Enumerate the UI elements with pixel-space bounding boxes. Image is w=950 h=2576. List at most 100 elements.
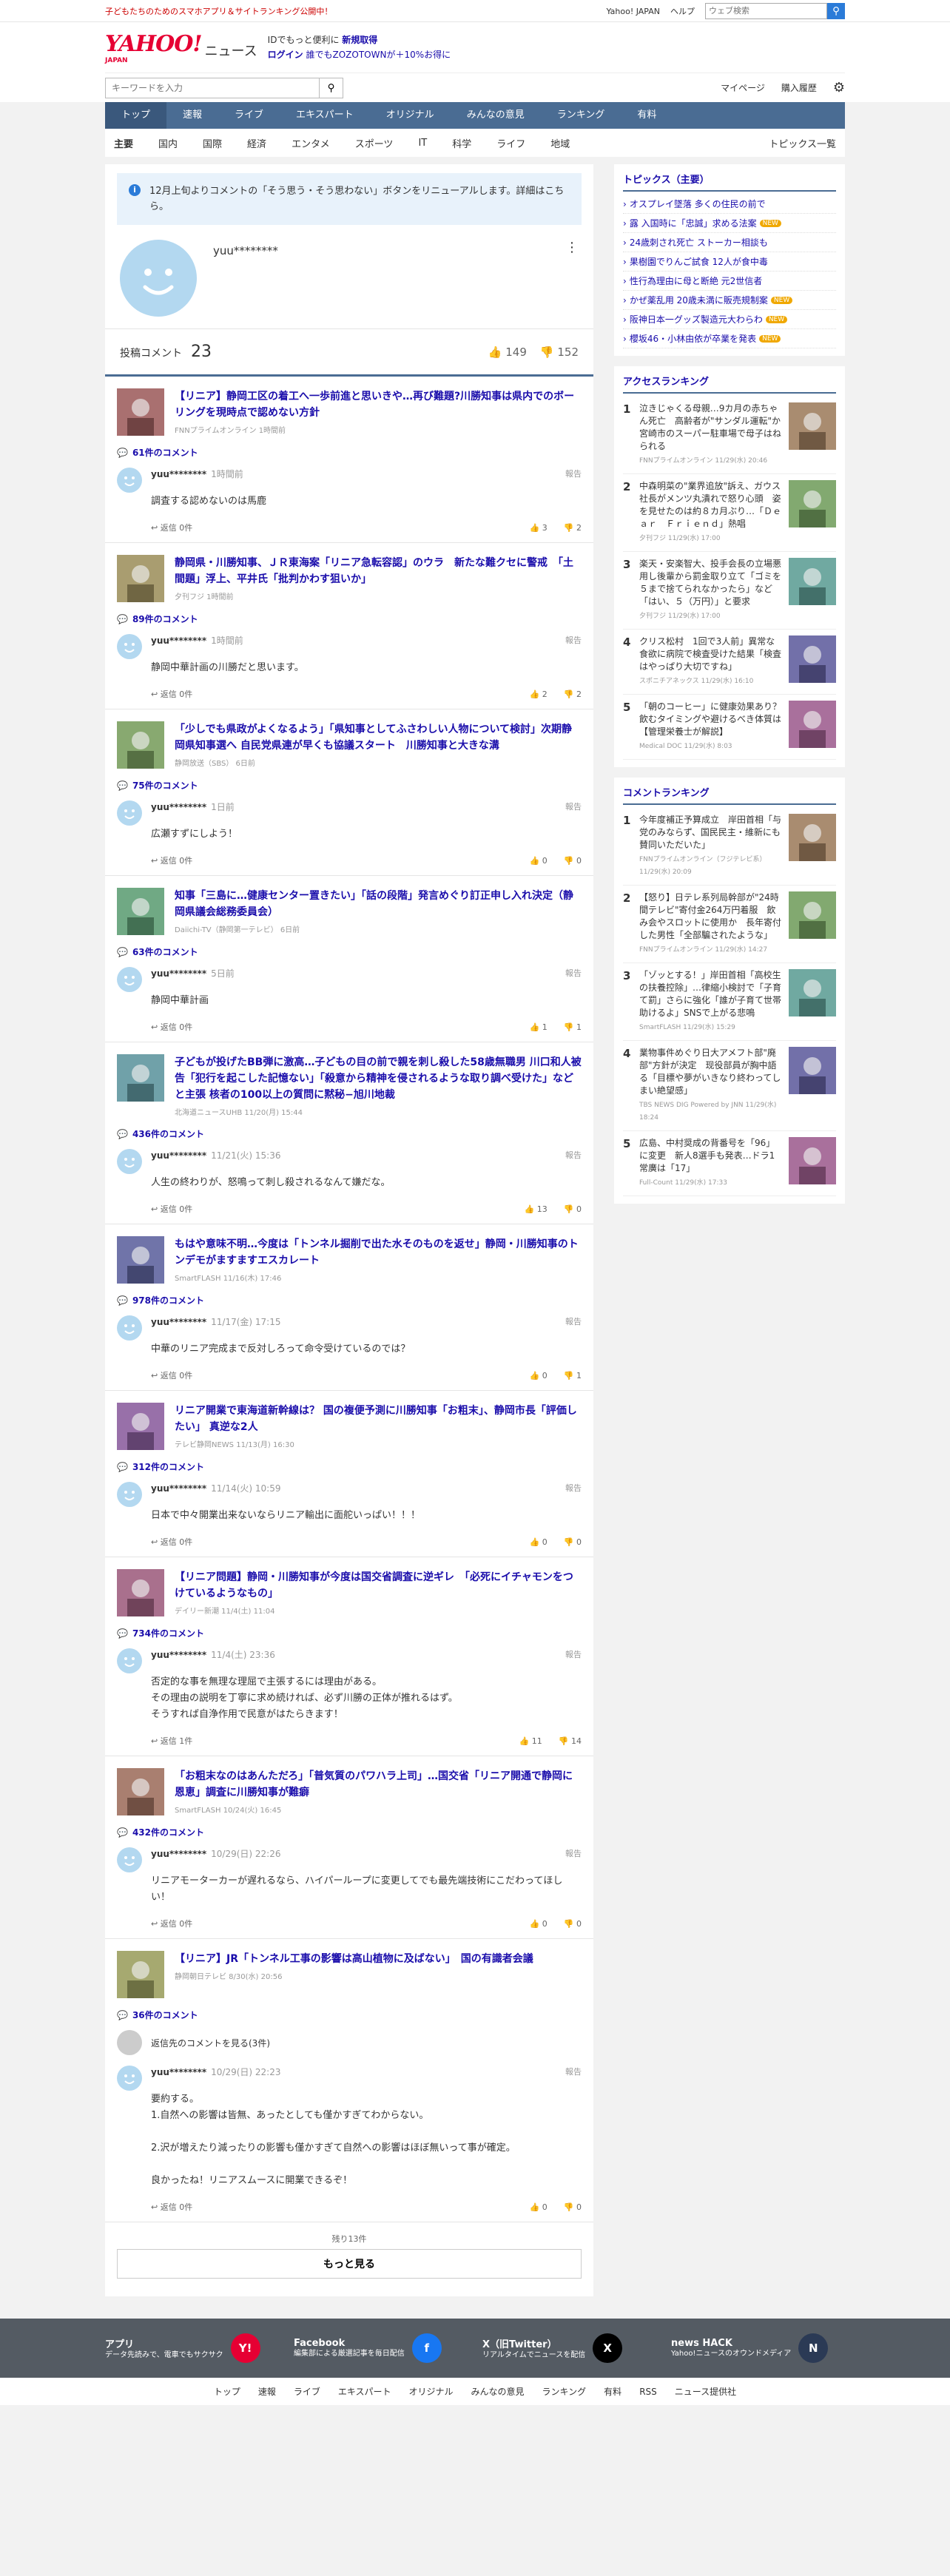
comment-ranking-item[interactable]: 4 業物事件めぐり日大アメフト部"廃部"方針が決定 现役部員が胸中語る「目標や夢が… — [623, 1041, 836, 1131]
login-link[interactable]: ログイン — [268, 50, 303, 60]
comment-count-link[interactable]: 💬 89件のコメント — [117, 613, 582, 625]
article-link[interactable]: 「お粗末なのはあんただろ」「普気質のパワハラ上司」…国交省「リニア開通で静岡に恩… — [117, 1768, 582, 1815]
disagree-button[interactable]: 👎 2 — [564, 523, 582, 533]
disagree-button[interactable]: 👎 1 — [564, 1022, 582, 1032]
article-title[interactable]: 知事「三島に…健康センター置きたい」「話の段階」発言めぐり訂正申し入れ決定（静岡… — [175, 888, 582, 920]
comment-count-link[interactable]: 💬 75件のコメント — [117, 779, 582, 792]
article-link[interactable]: 【リニア問題】静岡・川勝知事が今度は国交省調査に逆ギレ 「必死にイチャモンをつけ… — [117, 1569, 582, 1616]
access-ranking-item[interactable]: 2 中森明菜の"業界追放"訴え、ガウス社長がメンツ丸潰れで怒り心頭 姿を見せたのは… — [623, 474, 836, 552]
comment-ranking-item[interactable]: 2 【怒り】日テレ系列局幹部が"24時間テレビ"寄付金264万円着服 飲み会やスロ… — [623, 886, 836, 963]
footer-nav-item[interactable]: トップ — [214, 2387, 240, 2397]
comment-username[interactable]: yuu******** — [151, 469, 206, 479]
article-thumbnail[interactable] — [117, 1951, 164, 1998]
article-thumbnail[interactable] — [117, 555, 164, 602]
promo-link[interactable]: 子どもたちのためのスマホアプリ＆サイトランキング公開中！ — [105, 5, 332, 17]
mypage-link[interactable]: マイページ — [721, 81, 765, 94]
snav-local[interactable]: 地域 — [550, 136, 570, 150]
rank-thumbnail[interactable] — [789, 891, 836, 939]
report-link[interactable]: 報告 — [565, 1315, 582, 1328]
agree-button[interactable]: 👍 0 — [530, 1919, 548, 1929]
agree-button[interactable]: 👍 0 — [530, 2202, 548, 2212]
gnav-live[interactable]: ライブ — [218, 102, 280, 129]
footer-nav-item[interactable]: みんなの意見 — [471, 2387, 525, 2397]
report-link[interactable]: 報告 — [565, 1648, 582, 1661]
disagree-button[interactable]: 👎 1 — [564, 1371, 582, 1380]
gnav-paid[interactable]: 有料 — [621, 102, 673, 129]
article-thumbnail[interactable] — [117, 721, 164, 769]
reply-button[interactable]: ↩ 返信 0件 — [151, 1369, 192, 1381]
snav-world[interactable]: 国際 — [203, 136, 222, 150]
article-link[interactable]: 子どもが投げたBB弾に激高…子どもの目の前で親を刺し殺した58歳無職男 川口和人… — [117, 1054, 582, 1117]
comment-username[interactable]: yuu******** — [151, 1650, 206, 1660]
reply-button[interactable]: ↩ 返信 0件 — [151, 522, 192, 533]
comment-ranking-item[interactable]: 5 広島、中村奨成の背番号を「96」に変更 新人8選手も発表…ドラ1常廣は「17」… — [623, 1131, 836, 1196]
gnav-original[interactable]: オリジナル — [370, 102, 451, 129]
footer-nav-item[interactable]: 速報 — [258, 2387, 276, 2397]
article-title[interactable]: 【リニア問題】静岡・川勝知事が今度は国交省調査に逆ギレ 「必死にイチャモンをつけ… — [175, 1569, 582, 1602]
help-link[interactable]: ヘルプ — [670, 5, 695, 17]
comment-count-link[interactable]: 💬 734件のコメント — [117, 1627, 582, 1639]
article-thumbnail[interactable] — [117, 888, 164, 935]
report-link[interactable]: 報告 — [565, 1847, 582, 1860]
footer-nav-item[interactable]: エキスパート — [338, 2387, 391, 2397]
comment-count-link[interactable]: 💬 436件のコメント — [117, 1127, 582, 1140]
view-parent-comments[interactable]: 返信先のコメントを見る(3件) — [117, 2030, 582, 2055]
snav-main[interactable]: 主要 — [114, 136, 133, 150]
article-thumbnail[interactable] — [117, 1569, 164, 1616]
comment-count-link[interactable]: 💬 36件のコメント — [117, 2009, 582, 2021]
footer-nav-item[interactable]: RSS — [639, 2387, 657, 2397]
rank-thumbnail[interactable] — [789, 558, 836, 605]
comment-ranking-item[interactable]: 3 「ゾッとする！」岸田首相「高校生の扶養控除」…律縮小検討で「子育て罰」さらに強… — [623, 963, 836, 1041]
reply-button[interactable]: ↩ 返信 0件 — [151, 2201, 192, 2213]
agree-button[interactable]: 👍 1 — [530, 1022, 548, 1032]
footer-nav-item[interactable]: ライブ — [294, 2387, 320, 2397]
gear-icon[interactable]: ⚙ — [833, 80, 845, 95]
topic-item[interactable]: › 果樹園でりんご試食 12人が食中毒 — [623, 252, 836, 272]
reply-button[interactable]: ↩ 返信 0件 — [151, 854, 192, 866]
report-link[interactable]: 報告 — [565, 634, 582, 647]
access-ranking-item[interactable]: 4 クリス松村 1回で3人前」異常な食欲に病院で検査受けた結果「検査はやっぱり大切… — [623, 630, 836, 695]
snav-entertainment[interactable]: エンタメ — [292, 136, 330, 150]
notice-banner[interactable]: i 12月上旬よりコメントの「そう思う・そう思わない」ボタンをリニューアルします… — [117, 173, 582, 225]
comment-count-link[interactable]: 💬 312件のコメント — [117, 1460, 582, 1473]
snav-life[interactable]: ライフ — [496, 136, 525, 150]
snav-science[interactable]: 科学 — [452, 136, 471, 150]
zozo-promo-link[interactable]: 誰でもZOZOTOWNが＋10%お得に — [306, 50, 451, 60]
comment-username[interactable]: yuu******** — [151, 2067, 206, 2077]
article-link[interactable]: もはや意味不明…今度は「トンネル掘削で出た水そのものを返せ」静岡・川勝知事のトン… — [117, 1236, 582, 1284]
article-title[interactable]: 「少しでも県政がよくなるよう」「県知事としてふさわしい人物について検討」次期静岡… — [175, 721, 582, 754]
comment-count-link[interactable]: 💬 978件のコメント — [117, 1294, 582, 1306]
topic-item[interactable]: › 露 入国時に「忠誠」求める法案 NEW — [623, 214, 836, 233]
more-button[interactable]: もっと見る — [117, 2249, 582, 2279]
reply-button[interactable]: ↩ 返信 1件 — [151, 1735, 192, 1747]
agree-button[interactable]: 👍 11 — [519, 1736, 542, 1746]
report-link[interactable]: 報告 — [565, 1149, 582, 1161]
disagree-button[interactable]: 👎 0 — [564, 856, 582, 866]
article-thumbnail[interactable] — [117, 1054, 164, 1102]
rank-thumbnail[interactable] — [789, 701, 836, 748]
article-title[interactable]: もはや意味不明…今度は「トンネル掘削で出た水そのものを返せ」静岡・川勝知事のトン… — [175, 1236, 582, 1269]
agree-button[interactable]: 👍 13 — [525, 1204, 548, 1214]
rank-thumbnail[interactable] — [789, 814, 836, 861]
article-thumbnail[interactable] — [117, 388, 164, 436]
article-thumbnail[interactable] — [117, 1403, 164, 1450]
disagree-button[interactable]: 👎 2 — [564, 689, 582, 699]
article-title[interactable]: 「お粗末なのはあんただろ」「普気質のパワハラ上司」…国交省「リニア開通で静岡に恩… — [175, 1768, 582, 1801]
purchase-history-link[interactable]: 購入履歴 — [781, 81, 817, 94]
disagree-button[interactable]: 👎 14 — [559, 1736, 582, 1746]
article-link[interactable]: 【リニア】静岡工区の着工へ一歩前進と思いきや…再び難題?川勝知事は県内でのボーリ… — [117, 388, 582, 436]
yahoo-japan-link[interactable]: Yahoo! JAPAN — [606, 7, 660, 16]
rank-thumbnail[interactable] — [789, 402, 836, 450]
topic-item[interactable]: › かぜ薬乱用 20歳未満に販売規制案 NEW — [623, 291, 836, 310]
snav-economy[interactable]: 経済 — [247, 136, 266, 150]
comment-username[interactable]: yuu******** — [151, 635, 206, 646]
rank-thumbnail[interactable] — [789, 1047, 836, 1094]
gnav-breaking[interactable]: 速報 — [166, 102, 218, 129]
yahoo-news-logo[interactable]: YAHOO! JAPAN ニュース — [105, 31, 257, 64]
comment-ranking-item[interactable]: 1 今年度補正予算成立 岸田首相「与党のみならず、国民民主・維新にも賛同いただいた… — [623, 808, 836, 886]
gnav-opinions[interactable]: みんなの意見 — [451, 102, 541, 129]
topic-item[interactable]: › 24歳刺され死亡 ストーカー相談も — [623, 233, 836, 252]
gnav-expert[interactable]: エキスパート — [280, 102, 370, 129]
comment-count-link[interactable]: 💬 61件のコメント — [117, 446, 582, 459]
comment-username[interactable]: yuu******** — [151, 1483, 206, 1494]
